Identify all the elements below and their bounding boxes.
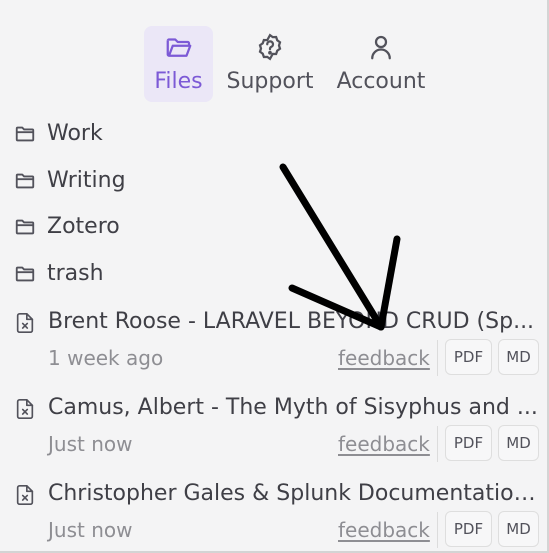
folder-name: Work: [47, 121, 103, 146]
tab-label: Support: [226, 69, 314, 94]
folder-item-work[interactable]: Work: [14, 118, 103, 150]
file-time: Just now: [48, 518, 133, 542]
folder-item-writing[interactable]: Writing: [14, 165, 126, 197]
folder-item-trash[interactable]: trash: [14, 258, 104, 290]
divider: [437, 426, 438, 462]
folder-item-zotero[interactable]: Zotero: [14, 211, 120, 243]
feedback-link[interactable]: feedback: [338, 344, 430, 372]
file-x-icon: [14, 398, 36, 420]
feedback-link[interactable]: feedback: [338, 430, 430, 458]
tab-files[interactable]: Files: [144, 26, 213, 102]
file-item[interactable]: Christopher Gales & Splunk Documentation…: [14, 476, 544, 551]
feedback-link[interactable]: feedback: [338, 516, 430, 544]
file-name: Christopher Gales & Splunk Documentation…: [48, 481, 538, 506]
file-name: Camus, Albert - The Myth of Sisyphus and…: [48, 395, 538, 420]
tab-label: Files: [154, 69, 203, 94]
folder-name: trash: [47, 261, 104, 286]
folder-name: Writing: [47, 168, 126, 193]
file-name: Brent Roose - LARAVEL BEYOND CRUD (Sp...: [48, 309, 535, 334]
divider: [437, 340, 438, 376]
pdf-button[interactable]: PDF: [445, 339, 492, 375]
file-item[interactable]: Camus, Albert - The Myth of Sisyphus and…: [14, 390, 544, 470]
md-button[interactable]: MD: [498, 425, 539, 461]
folder-name: Zotero: [47, 214, 120, 239]
md-button[interactable]: MD: [498, 511, 539, 547]
divider: [437, 512, 438, 548]
file-time: 1 week ago: [48, 346, 164, 370]
user-icon: [366, 30, 396, 64]
folder-icon: [14, 263, 36, 285]
tab-account[interactable]: Account: [333, 26, 429, 102]
file-x-icon: [14, 484, 36, 506]
files-panel: Work Writing Zotero trash Brent Roose - …: [0, 0, 549, 553]
tab-label: Account: [336, 69, 426, 94]
file-item[interactable]: Brent Roose - LARAVEL BEYOND CRUD (Sp...…: [14, 304, 544, 384]
folder-icon: [14, 170, 36, 192]
pdf-button[interactable]: PDF: [445, 425, 492, 461]
tab-support[interactable]: Support: [222, 26, 318, 102]
pdf-button[interactable]: PDF: [445, 511, 492, 547]
folder-icon: [14, 216, 36, 238]
file-time: Just now: [48, 432, 133, 456]
md-button[interactable]: MD: [498, 339, 539, 375]
help-circle-icon: [255, 30, 285, 64]
folder-open-icon: [164, 30, 194, 64]
top-tab-bar: Files Support Account: [0, 0, 547, 118]
folder-icon: [14, 123, 36, 145]
file-x-icon: [14, 312, 36, 334]
